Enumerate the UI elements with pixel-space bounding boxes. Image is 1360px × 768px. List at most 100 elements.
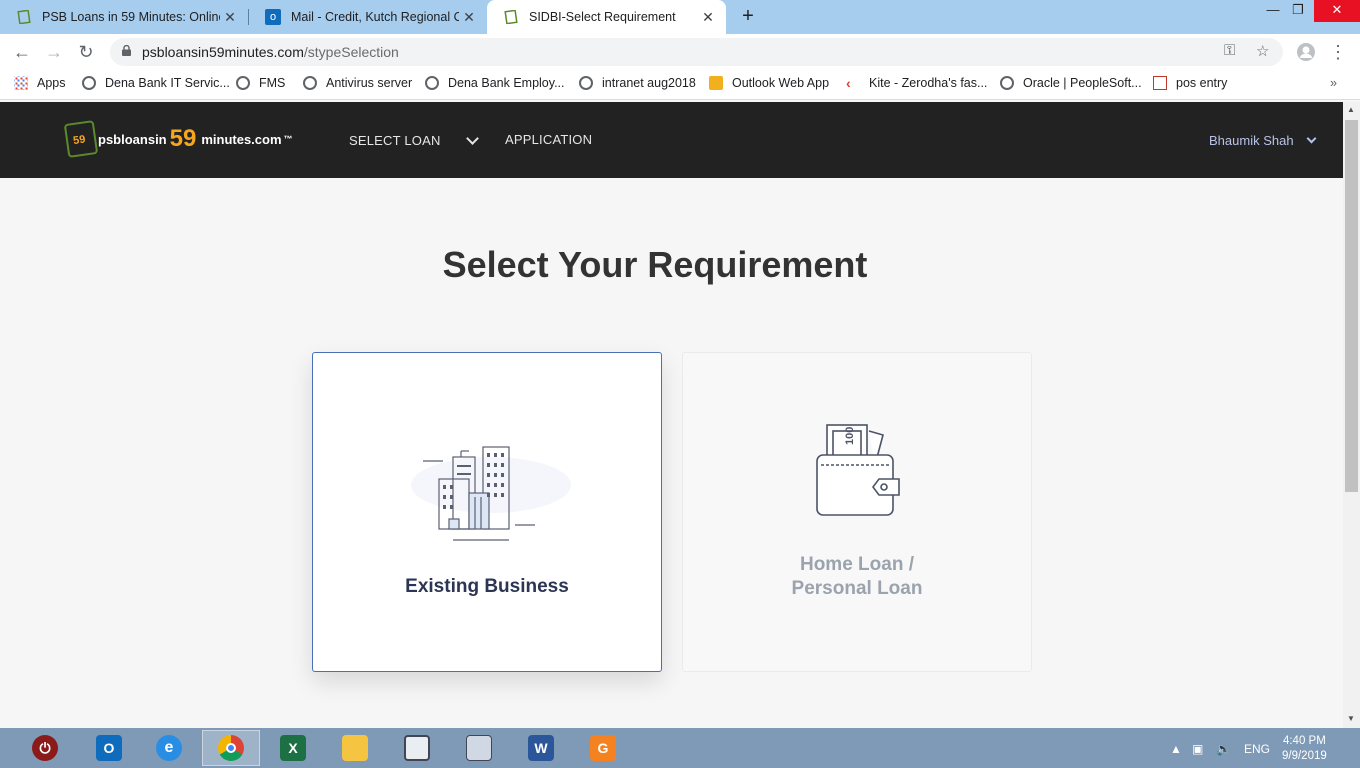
restore-icon[interactable]: ❐ (1281, 0, 1315, 22)
bookmark-label: Oracle | PeopleSoft... (1023, 76, 1142, 90)
clock-date: 9/9/2019 (1282, 750, 1327, 762)
explorer-icon[interactable] (326, 730, 384, 766)
bookmark-label: pos entry (1176, 76, 1228, 90)
bookmark-item[interactable]: Antivirus server (303, 76, 412, 90)
bookmark-item[interactable]: pos entry (1153, 76, 1227, 90)
outlook-icon[interactable]: O (80, 730, 138, 766)
globe-icon (82, 76, 96, 90)
close-tab-icon[interactable]: ✕ (220, 9, 240, 26)
site-logo[interactable]: 59 psbloansin 59 minutes.com ™ (63, 120, 293, 158)
logo-suffix: minutes.com (201, 131, 282, 147)
bookmark-item[interactable]: Dena Bank Employ... (425, 76, 565, 90)
card-existing-business[interactable]: Existing Business (312, 352, 662, 672)
scroll-up-icon[interactable]: ▲ (1347, 105, 1355, 114)
browser-toolbar: ← → ↻ psbloansin59minutes.com/stypeSelec… (0, 34, 1360, 70)
network-icon[interactable]: ▣ (1192, 742, 1203, 756)
url-path: /stypeSelection (303, 44, 399, 60)
logo-badge-text: 59 (72, 133, 87, 148)
bookmark-label: Dena Bank IT Servic... (105, 76, 230, 90)
bookmark-item[interactable]: Outlook Web App (709, 76, 829, 90)
calculator-icon[interactable] (450, 730, 508, 766)
lock-icon (122, 45, 131, 56)
bookmark-label: Apps (37, 76, 66, 90)
back-arrow-icon[interactable]: ← (10, 40, 34, 64)
menu-kebab-icon[interactable]: ⋮ (1326, 40, 1350, 64)
clock-time: 4:40 PM (1282, 735, 1326, 747)
bookmark-item[interactable]: ‹ Kite - Zerodha's fas... (846, 76, 987, 90)
page-content: 59 psbloansin 59 minutes.com ™ SELECT LO… (0, 102, 1343, 728)
bookmark-label: FMS (259, 76, 286, 90)
profile-avatar-icon[interactable] (1294, 40, 1318, 64)
tab-psb-loans[interactable]: PSB Loans in 59 Minutes: Online ✕ (0, 0, 248, 34)
site-header: 59 psbloansin 59 minutes.com ™ SELECT LO… (0, 102, 1343, 178)
globe-icon (236, 76, 250, 90)
psb-favicon-icon (503, 9, 519, 25)
outlook-web-icon (709, 76, 723, 90)
excel-icon[interactable]: X (264, 730, 322, 766)
card-home-personal-loan[interactable]: 100 Home Loan / Personal Loan (682, 352, 1032, 672)
card-label-line2: Personal Loan (791, 578, 923, 599)
ie-icon[interactable]: e (140, 730, 198, 766)
bookmark-label: Antivirus server (326, 76, 413, 90)
pos-entry-icon (1153, 76, 1167, 90)
star-icon[interactable]: ☆ (1256, 42, 1269, 60)
bookmark-item[interactable]: FMS (236, 76, 285, 90)
chevron-down-icon[interactable] (466, 132, 479, 145)
logo-badge-icon: 59 (63, 120, 99, 158)
tray-expand-icon[interactable]: ▲ (1170, 742, 1182, 756)
presentation-icon[interactable] (388, 730, 446, 766)
user-chevron-down-icon[interactable] (1306, 133, 1317, 144)
close-window-icon[interactable]: ✕ (1314, 0, 1360, 22)
buildings-icon (411, 446, 571, 541)
tab-sidbi[interactable]: SIDBI-Select Requirement ✕ (487, 0, 726, 34)
new-tab-icon[interactable]: + (737, 5, 759, 27)
close-tab-icon[interactable]: ✕ (698, 9, 718, 26)
reload-icon[interactable]: ↻ (74, 40, 98, 64)
page-scrollbar[interactable]: ▲ ▼ (1343, 102, 1360, 728)
logo-trademark: ™ (283, 134, 293, 144)
nav-application[interactable]: APPLICATION (505, 132, 592, 147)
power-icon[interactable]: ⏻ (16, 730, 74, 766)
bookmark-apps[interactable]: Apps (14, 76, 66, 90)
bookmark-item[interactable]: Oracle | PeopleSoft... (1000, 76, 1142, 90)
tab-title: SIDBI-Select Requirement (529, 10, 676, 24)
card-label-line1: Home Loan / (799, 554, 914, 575)
outlook-favicon-icon: o (265, 9, 281, 25)
globe-icon (303, 76, 317, 90)
bookmark-label: Outlook Web App (732, 76, 830, 90)
logo-number: 59 (169, 125, 197, 152)
url-text: psbloansin59minutes.com/stypeSelection (142, 44, 399, 60)
tab-mail[interactable]: o Mail - Credit, Kutch Regional Offi ✕ (249, 0, 487, 34)
psb-favicon-icon (16, 9, 32, 25)
page-title: Select Your Requirement (442, 244, 868, 285)
apps-grid-icon (14, 76, 28, 90)
chrome-icon[interactable] (202, 730, 260, 766)
scroll-thumb[interactable] (1345, 120, 1358, 492)
forward-arrow-icon[interactable]: → (42, 40, 66, 64)
logo-prefix: psbloansin (98, 131, 167, 147)
globe-icon (425, 76, 439, 90)
bookmarks-overflow-icon[interactable]: » (1330, 76, 1337, 90)
key-icon[interactable]: ⚿ (1224, 42, 1235, 59)
close-tab-icon[interactable]: ✕ (459, 9, 479, 26)
system-clock[interactable]: 4:40 PM 9/9/2019 (1282, 734, 1327, 764)
globe-icon (579, 76, 593, 90)
language-indicator[interactable]: ENG (1244, 742, 1270, 756)
scroll-down-icon[interactable]: ▼ (1347, 714, 1355, 723)
globe-icon (1000, 76, 1014, 90)
bookmark-label: Dena Bank Employ... (448, 76, 565, 90)
user-menu[interactable]: Bhaumik Shah (1209, 133, 1294, 148)
address-bar[interactable]: psbloansin59minutes.com/stypeSelection ⚿… (110, 38, 1283, 66)
url-host: psbloansin59minutes.com (142, 44, 304, 60)
bookmark-item[interactable]: Dena Bank IT Servic... (82, 76, 230, 90)
tab-title: Mail - Credit, Kutch Regional Offi (291, 10, 459, 24)
nav-select-loan[interactable]: SELECT LOAN (349, 133, 441, 148)
word-icon[interactable]: W (512, 730, 570, 766)
wallet-icon: 100 (816, 424, 900, 516)
bookmark-label: Kite - Zerodha's fas... (869, 76, 988, 90)
pdf-icon[interactable]: G (574, 730, 632, 766)
tab-title: PSB Loans in 59 Minutes: Online (42, 10, 220, 24)
bookmark-item[interactable]: intranet aug2018 (579, 76, 696, 90)
volume-icon[interactable]: 🔈 (1216, 742, 1231, 756)
card-label: Existing Business (405, 576, 569, 597)
